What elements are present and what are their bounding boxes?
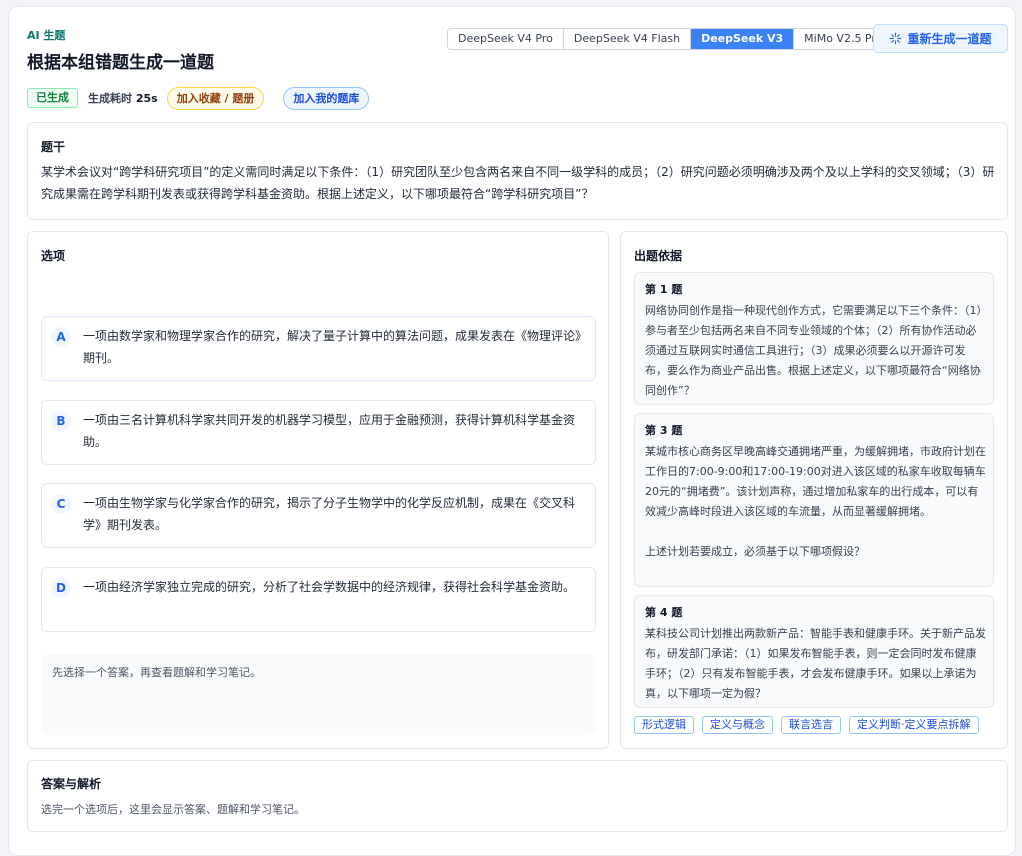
option-letter: C — [51, 494, 71, 514]
regenerate-label: 重新生成一道题 — [907, 32, 992, 46]
reference-head: 第 3 题 — [645, 424, 683, 437]
model-option-deepseek-v3[interactable]: DeepSeek V3 — [691, 29, 795, 49]
option-b[interactable]: B 一项由三名计算机科学家共同开发的机器学习模型，应用于金融预测，获得计算机科学… — [41, 400, 596, 465]
option-a[interactable]: A 一项由数学家和物理学家合作的研究，解决了量子计算中的算法问题，成果发表在《物… — [41, 316, 596, 381]
tag-definition-concept[interactable]: 定义与概念 — [702, 716, 773, 734]
option-letter: B — [51, 411, 71, 431]
basis-card: 出题依据 第 1 题 网络协同创作是指一种现代创作方式，它需要满足以下三个条件：… — [620, 231, 1008, 749]
elapsed-time: 生成耗时 25s — [88, 90, 158, 106]
options-card: 选项 A 一项由数学家和物理学家合作的研究，解决了量子计算中的算法问题，成果发表… — [27, 231, 609, 749]
option-c[interactable]: C 一项由生物学家与化学家合作的研究，揭示了分子生物学中的化学反应机制，成果在《… — [41, 483, 596, 548]
add-to-favorites-button[interactable]: 加入收藏 / 题册 — [166, 86, 265, 110]
regenerate-button[interactable]: 重新生成一道题 — [873, 24, 1008, 53]
answer-text: 选完一个选项后，这里会显示答案、题解和学习笔记。 — [41, 803, 305, 816]
reference-text: 某科技公司计划推出两款新产品：智能手表和健康手环。关于新产品发布，研发部门承诺：… — [645, 627, 986, 700]
tag-formal-logic[interactable]: 形式逻辑 — [634, 716, 694, 734]
ai-generate-eyebrow: AI 生题 — [27, 29, 66, 42]
option-text: 一项由数学家和物理学家合作的研究，解决了量子计算中的算法问题，成果发表在《物理评… — [83, 329, 582, 365]
reference-question-4: 第 4 题 某科技公司计划推出两款新产品：智能手表和健康手环。关于新产品发布，研… — [634, 595, 994, 708]
tag-list: 形式逻辑 定义与概念 联言选言 定义判断·定义要点拆解 — [634, 716, 979, 734]
status-row: 已生成 生成耗时 25s 加入收藏 / 题册 加入我的题库 — [27, 86, 370, 110]
hint-box: 先选择一个答案，再查看题解和学习笔记。 — [41, 654, 596, 735]
basis-title: 出题依据 — [634, 249, 683, 263]
stem-card: 题干 某学术会议对“跨学科研究项目”的定义需同时满足以下条件：（1）研究团队至少… — [27, 122, 1008, 220]
reference-text: 网络协同创作是指一种现代创作方式，它需要满足以下三个条件：（1）参与者至少包括两… — [645, 304, 982, 397]
page-title: 根据本组错题生成一道题 — [27, 53, 214, 73]
model-option-deepseek-v4-pro[interactable]: DeepSeek V4 Pro — [448, 29, 564, 49]
option-text: 一项由三名计算机科学家共同开发的机器学习模型，应用于金融预测，获得计算机科学基金… — [83, 413, 576, 449]
model-option-deepseek-v4-flash[interactable]: DeepSeek V4 Flash — [563, 29, 692, 49]
reference-head: 第 1 题 — [645, 283, 683, 296]
reference-head: 第 4 题 — [645, 606, 683, 619]
answer-card: 答案与解析 选完一个选项后，这里会显示答案、题解和学习笔记。 — [27, 760, 1008, 832]
option-letter: D — [51, 578, 71, 598]
option-d[interactable]: D 一项由经济学家独立完成的研究，分析了社会学数据中的经济规律，获得社会科学基金… — [41, 567, 596, 632]
stem-text: 某学术会议对“跨学科研究项目”的定义需同时满足以下条件：（1）研究团队至少包含两… — [41, 165, 995, 201]
add-to-question-bank-button[interactable]: 加入我的题库 — [283, 86, 370, 110]
reference-question-1: 第 1 题 网络协同创作是指一种现代创作方式，它需要满足以下三个条件：（1）参与… — [634, 272, 994, 405]
sparkle-icon — [890, 32, 902, 45]
option-text: 一项由生物学家与化学家合作的研究，揭示了分子生物学中的化学反应机制，成果在《交叉… — [83, 496, 576, 532]
generator-panel: AI 生题 根据本组错题生成一道题 DeepSeek V4 Pro DeepSe… — [8, 6, 1016, 856]
reference-question-3: 第 3 题 某城市核心商务区早晚高峰交通拥堵严重，为缓解拥堵，市政府计划在工作日… — [634, 413, 994, 587]
option-letter: A — [51, 327, 71, 347]
elapsed-value: 25s — [135, 92, 158, 105]
model-selector: DeepSeek V4 Pro DeepSeek V4 Flash DeepSe… — [447, 28, 894, 50]
elapsed-label: 生成耗时 — [88, 92, 132, 105]
tag-definition-breakdown[interactable]: 定义判断·定义要点拆解 — [849, 716, 979, 734]
status-badge: 已生成 — [27, 88, 78, 108]
options-title: 选项 — [41, 249, 66, 263]
stem-title: 题干 — [41, 140, 66, 154]
hint-text: 先选择一个答案，再查看题解和学习笔记。 — [52, 666, 261, 679]
option-text: 一项由经济学家独立完成的研究，分析了社会学数据中的经济规律，获得社会科学基金资助… — [83, 580, 576, 594]
answer-title: 答案与解析 — [41, 777, 102, 791]
reference-text: 某城市核心商务区早晚高峰交通拥堵严重，为缓解拥堵，市政府计划在工作日的7:00-… — [645, 445, 986, 558]
tag-conjunction-disjunction[interactable]: 联言选言 — [781, 716, 841, 734]
